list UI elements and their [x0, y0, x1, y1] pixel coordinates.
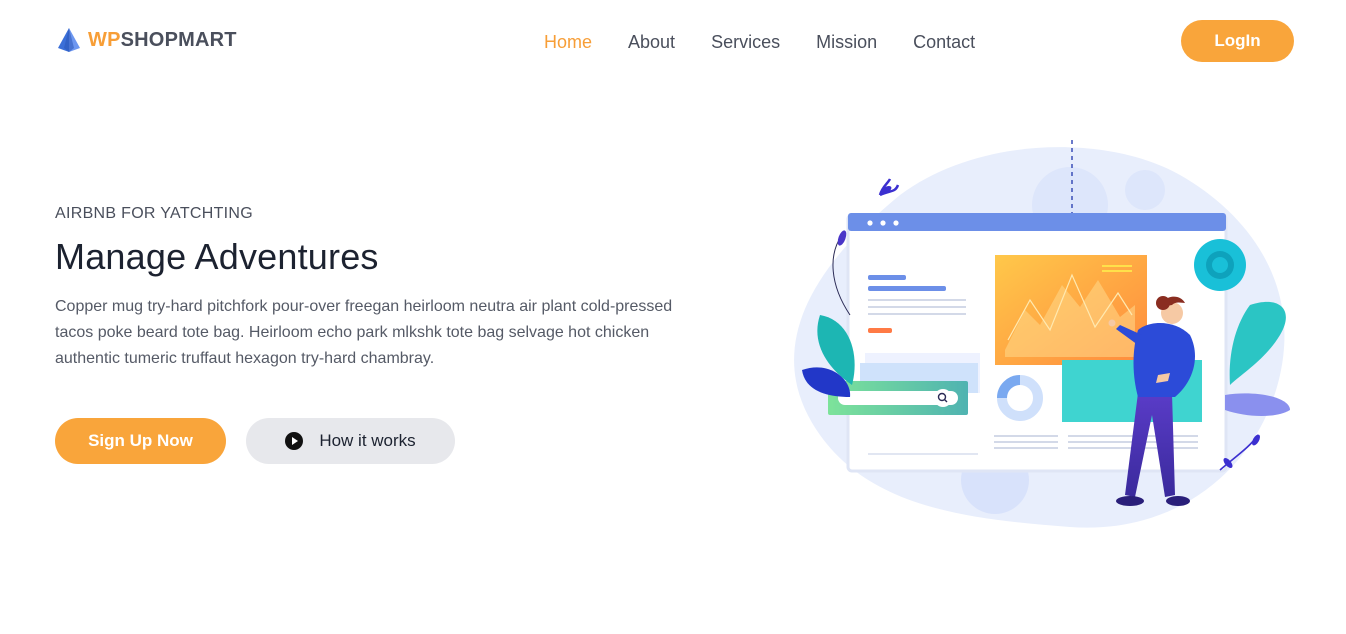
plant-leaf [1225, 393, 1290, 417]
main-nav: Home About Services Mission Contact [544, 30, 1011, 54]
hero-eyebrow: AIRBNB FOR YATCHTING [55, 205, 254, 222]
how-it-works-button[interactable]: How it works [246, 418, 455, 464]
navbar: WPSHOPMART Home About Services Mission C… [0, 0, 1346, 84]
brand-name-rest: SHOPMART [120, 28, 237, 51]
nav-link-about[interactable]: About [628, 30, 675, 54]
pyramid-logo-icon [58, 28, 80, 52]
gear-shape [1125, 170, 1165, 210]
browser-titlebar [848, 213, 1226, 231]
brand-name: WPSHOPMART [88, 29, 237, 52]
hero-description: Copper mug try-hard pitchfork pour-over … [55, 298, 673, 367]
how-it-works-label: How it works [319, 431, 416, 450]
nav-link-contact[interactable]: Contact [913, 30, 975, 54]
hero-illustration [794, 140, 1290, 528]
hero-title: Manage Adventures [55, 236, 379, 277]
play-circle-icon [285, 432, 304, 450]
nav-link-mission[interactable]: Mission [816, 30, 877, 54]
nav-link-home[interactable]: Home [544, 30, 592, 54]
brand-name-accent: WP [88, 28, 121, 51]
login-button[interactable]: LogIn [1181, 20, 1294, 62]
nav-link-services[interactable]: Services [711, 30, 780, 54]
brand-logo[interactable]: WPSHOPMART [56, 26, 237, 54]
sign-up-button[interactable]: Sign Up Now [55, 418, 226, 464]
